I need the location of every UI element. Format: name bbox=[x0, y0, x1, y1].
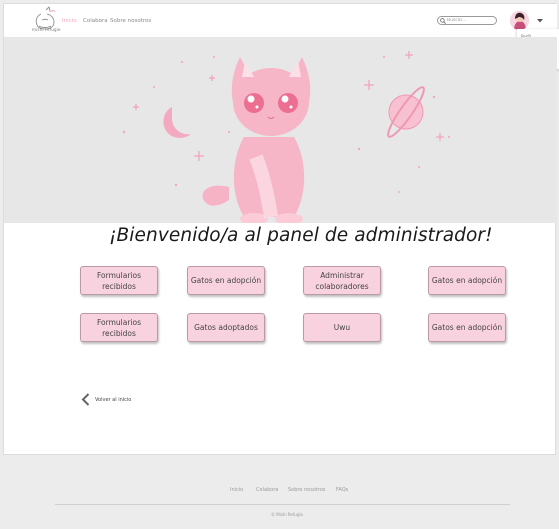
page-card: mishi refugio Inicio Colabora Sobre noso… bbox=[3, 3, 559, 455]
nav-inicio[interactable]: Inicio bbox=[62, 18, 77, 24]
avatar[interactable] bbox=[510, 11, 529, 30]
cat-illustration bbox=[122, 51, 450, 223]
footer-nav-colabora[interactable]: Colabora bbox=[256, 487, 278, 493]
logo-text: mishi refugio bbox=[32, 27, 61, 32]
tile-gatos-adoptados[interactable]: Gatos adoptados bbox=[187, 313, 265, 342]
chevron-left-icon bbox=[81, 393, 90, 406]
tile-gatos-en-adopcion-3[interactable]: Gatos en adopción bbox=[428, 313, 506, 342]
footer-nav-inicio[interactable]: Inicio bbox=[230, 487, 243, 493]
nav-sobre-nosotros[interactable]: Sobre nosotros bbox=[110, 18, 151, 24]
search-input[interactable] bbox=[447, 17, 494, 24]
chevron-down-icon[interactable] bbox=[537, 19, 543, 23]
header: mishi refugio Inicio Colabora Sobre noso… bbox=[4, 4, 559, 69]
search-box[interactable] bbox=[437, 16, 497, 25]
footer-nav-faqs[interactable]: FAQs bbox=[336, 487, 348, 493]
tile-uwu[interactable]: Uwu bbox=[303, 313, 381, 342]
footer-nav-sobre-nosotros[interactable]: Sobre nosotros bbox=[288, 487, 325, 493]
tile-administrar-colaboradores[interactable]: Administrar colaboradores bbox=[303, 266, 381, 295]
welcome-title: ¡Bienvenido/a al panel de administrador! bbox=[109, 225, 493, 246]
search-icon bbox=[440, 18, 446, 24]
footer-divider bbox=[55, 504, 510, 505]
tile-gatos-en-adopcion[interactable]: Gatos en adopción bbox=[187, 266, 265, 295]
back-to-home-label: Volver al inicio bbox=[95, 396, 132, 403]
back-to-home-link[interactable]: Volver al inicio bbox=[81, 393, 131, 406]
nav-colabora[interactable]: Colabora bbox=[83, 18, 108, 24]
footer-copyright: © Mishi Refugio bbox=[271, 512, 303, 517]
tile-gatos-en-adopcion-2[interactable]: Gatos en adopción bbox=[428, 266, 506, 295]
tile-formularios-recibidos-2[interactable]: Formularios recibidos bbox=[80, 313, 158, 342]
tile-formularios-recibidos[interactable]: Formularios recibidos bbox=[80, 266, 158, 295]
hero-banner bbox=[4, 37, 557, 223]
